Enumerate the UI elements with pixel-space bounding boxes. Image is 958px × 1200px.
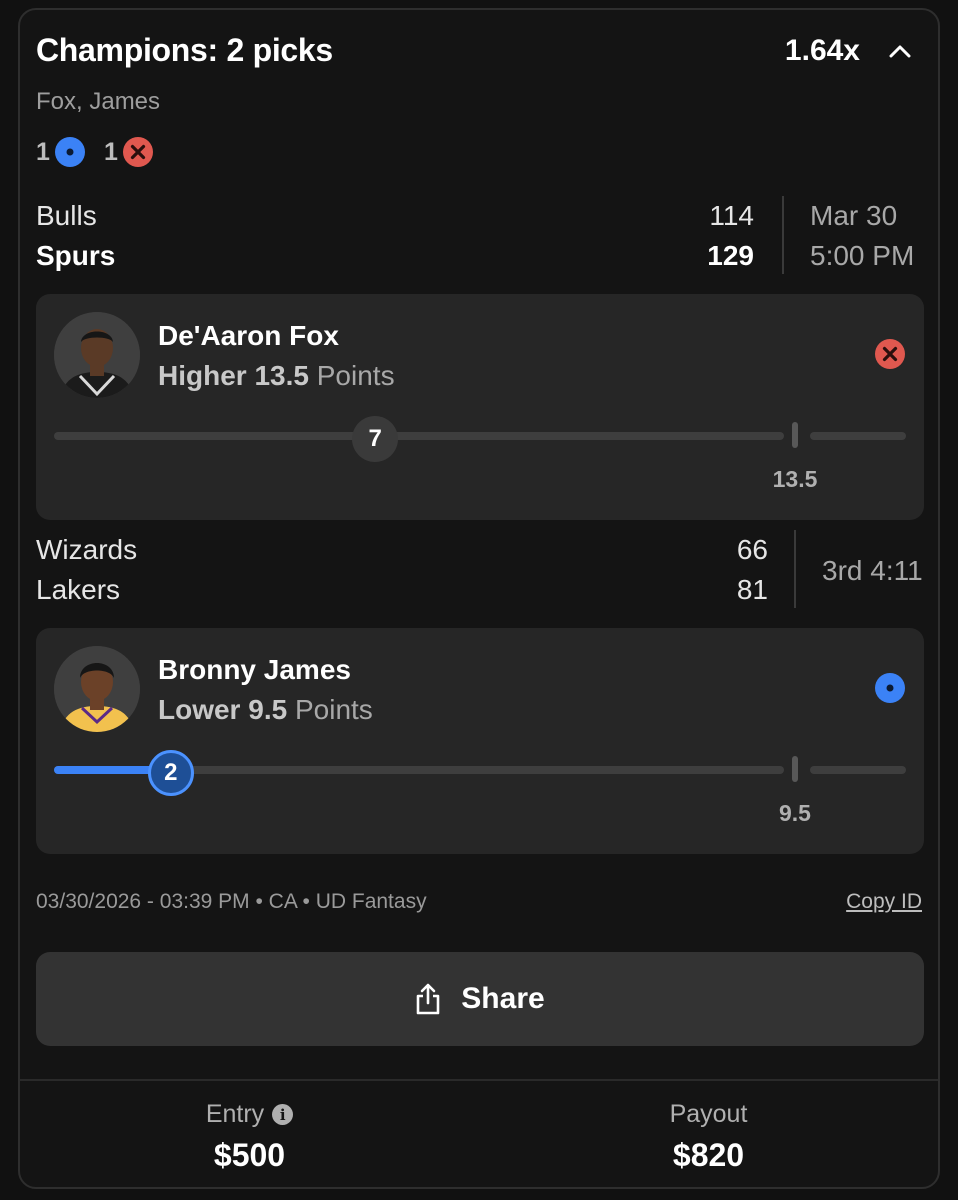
share-icon (416, 983, 440, 1015)
entry-meta: 03/30/2026 - 03:39 PM • CA • UD Fantasy (36, 890, 427, 913)
pick-projection: Higher 13.5 Points (158, 360, 395, 392)
player-name: Bronny James (158, 654, 351, 685)
progress-track-end (810, 766, 906, 774)
info-icon[interactable]: i (272, 1104, 294, 1125)
lost-pick-count: 1 (104, 136, 154, 168)
line-marker-label: 9.5 (779, 800, 811, 826)
team-score: 129 (707, 240, 754, 271)
lost-count: 1 (104, 137, 118, 166)
progress-track (54, 432, 784, 440)
pick-card-fox[interactable]: De'Aaron Fox Higher 13.5 Points 7 13.5 (36, 294, 924, 520)
entry-value: $500 (213, 1137, 286, 1173)
x-circle-icon (874, 338, 906, 370)
entry-card: Champions: 2 picks 1.64x Fox, James 1 1 … (18, 8, 940, 1189)
pick-card-james[interactable]: Bronny James Lower 9.5 Points 2 9.5 (36, 628, 924, 854)
collapse-button[interactable] (880, 32, 920, 72)
player-avatar (54, 646, 140, 732)
team-score: 66 (736, 534, 768, 565)
lost-pick-icon (122, 136, 154, 168)
progress-track-end (810, 432, 906, 440)
chevron-up-icon (889, 45, 911, 58)
share-label: Share (461, 982, 545, 1015)
entry-label: Entry (205, 1100, 265, 1128)
share-button[interactable]: Share (36, 952, 924, 1046)
player-name: De'Aaron Fox (158, 320, 339, 351)
pick-direction: Lower (158, 694, 241, 725)
pick-stat: Points (316, 360, 395, 391)
pick-stat: Points (294, 694, 373, 725)
game-clock: 3rd 4:11 (822, 555, 923, 586)
pick-direction: Higher (158, 360, 247, 391)
footer-divider (20, 1079, 938, 1081)
payout-label: Payout (669, 1100, 748, 1128)
team-name: Bulls (36, 200, 97, 231)
live-pick-count: 1 (36, 136, 86, 168)
live-count: 1 (36, 137, 50, 166)
pick-projection: Lower 9.5 Points (158, 694, 373, 726)
payout-multiplier: 1.64x (784, 34, 860, 67)
line-marker (792, 756, 798, 782)
entry-title: Champions: 2 picks (36, 32, 333, 68)
live-dot-icon (874, 672, 906, 704)
team-name: Wizards (36, 534, 138, 565)
line-marker-label: 13.5 (772, 466, 818, 492)
payout-amount: Payout $820 (479, 1100, 938, 1174)
entry-amount: Entry i $500 (20, 1100, 479, 1174)
current-stat-bubble: 7 (352, 416, 399, 462)
payout-value: $820 (672, 1137, 745, 1173)
active-pick-icon (54, 136, 86, 168)
game-date: Mar 30 (810, 200, 898, 231)
team-score: 81 (736, 574, 768, 605)
line-marker (792, 422, 798, 448)
player-avatar (54, 312, 140, 398)
copy-id-link[interactable]: Copy ID (846, 890, 922, 914)
score-divider (782, 196, 784, 274)
team-name: Spurs (36, 240, 116, 271)
score-divider (794, 530, 796, 608)
pick-line-value: 9.5 (248, 694, 288, 725)
team-name: Lakers (36, 574, 121, 605)
game-time: 5:00 PM (810, 240, 915, 271)
current-stat-bubble: 2 (147, 750, 194, 796)
entry-players: Fox, James (36, 88, 161, 115)
pick-line-value: 13.5 (254, 360, 309, 391)
team-score: 114 (709, 200, 754, 231)
